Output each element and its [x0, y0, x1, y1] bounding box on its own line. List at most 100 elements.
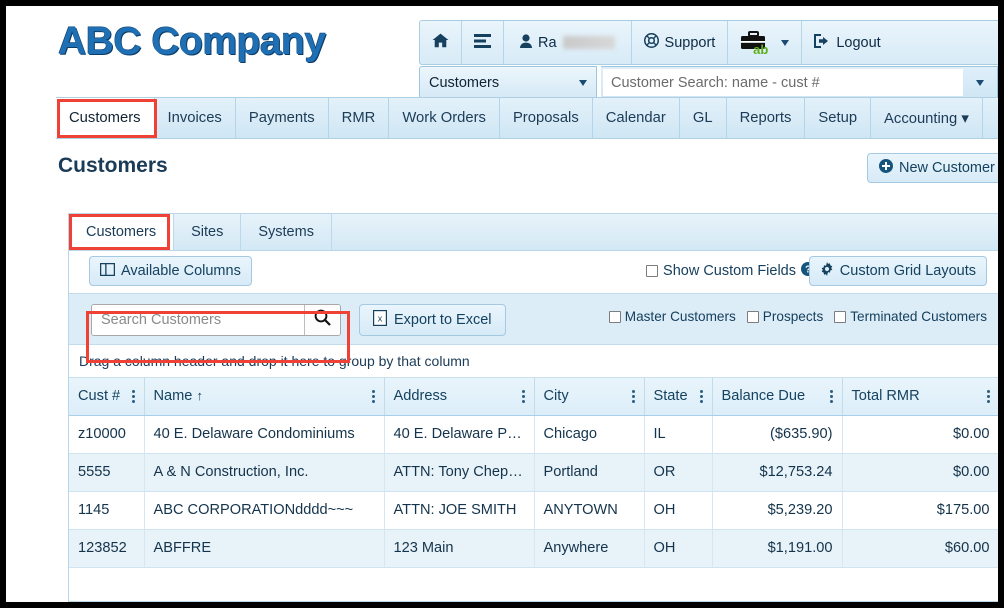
nav-tab-label: GL	[692, 110, 713, 126]
nav-tab-setup[interactable]: Setup	[805, 98, 872, 138]
column-menu-icon[interactable]	[521, 389, 525, 403]
nav-tab-customers[interactable]: Customers	[56, 98, 155, 138]
terminated-customers-checkbox[interactable]	[834, 310, 847, 323]
customers-panel: Customers Sites Systems Available Column…	[68, 213, 998, 602]
export-to-excel-button[interactable]: x Export to Excel	[359, 304, 506, 336]
logout-button[interactable]: Logout	[802, 21, 892, 64]
nav-tab-label: Work Orders	[402, 110, 486, 126]
menu-list-button[interactable]	[462, 21, 504, 64]
cell-balance-due: ($635.90)	[712, 415, 843, 454]
company-logo: ABC Company	[58, 20, 326, 63]
column-header-state[interactable]: State	[644, 378, 713, 416]
column-header-address[interactable]: Address	[384, 378, 535, 416]
show-custom-fields-label: Show Custom Fields	[663, 263, 796, 279]
filter-terminated-customers[interactable]: Terminated Customers	[834, 309, 987, 324]
subtab-sites[interactable]: Sites	[174, 214, 242, 250]
briefcase-ab-icon: ab	[740, 30, 768, 56]
group-by-dropzone[interactable]: Drag a column header and drop it here to…	[69, 345, 998, 378]
subtab-customers[interactable]: Customers	[69, 214, 175, 250]
global-search-dropdown-button[interactable]	[963, 67, 997, 98]
search-icon	[314, 309, 331, 331]
filter-master-customers[interactable]: Master Customers	[608, 309, 736, 324]
module-select-value: Customers	[429, 74, 500, 91]
available-columns-button[interactable]: Available Columns	[89, 256, 252, 286]
subtab-systems[interactable]: Systems	[241, 214, 332, 250]
prospects-checkbox[interactable]	[746, 310, 759, 323]
column-menu-icon[interactable]	[829, 389, 833, 403]
nav-tab-label: Accounting ▾	[884, 110, 969, 127]
chevron-down-icon	[781, 39, 790, 46]
cell-cust-number[interactable]: 1145	[69, 491, 145, 530]
home-button[interactable]	[420, 21, 462, 64]
nav-tab-payments[interactable]: Payments	[236, 98, 329, 138]
global-search-input[interactable]	[603, 69, 963, 96]
grid-toolbar-search: x Export to Excel Master Customers Prosp…	[69, 293, 998, 345]
filter-prospects[interactable]: Prospects	[746, 309, 824, 324]
column-menu-icon[interactable]	[631, 389, 635, 403]
table-row[interactable]: 1145 ABC CORPORATIONdddd~~~ ATTN: JOE SM…	[69, 491, 998, 530]
panel-subtabs: Customers Sites Systems	[69, 214, 998, 251]
column-header-city[interactable]: City	[534, 378, 645, 416]
search-button[interactable]	[304, 305, 340, 335]
column-menu-icon[interactable]	[131, 389, 135, 403]
cell-cust-number[interactable]: z10000	[69, 415, 145, 454]
screenshot-frame: ABC Company Ra Support ab Logout Custome…	[0, 0, 1004, 608]
column-label: Cust #	[78, 388, 121, 405]
chevron-down-icon	[976, 79, 984, 86]
nav-tab-invoices[interactable]: Invoices	[155, 98, 236, 138]
module-select[interactable]: Customers	[419, 66, 597, 99]
cell-city: Chicago	[534, 415, 645, 454]
new-customer-button[interactable]: New Customer	[867, 153, 998, 183]
cell-name: 40 E. Delaware Condominiums	[144, 415, 385, 454]
prospects-label: Prospects	[762, 309, 824, 324]
column-menu-icon[interactable]	[699, 389, 703, 403]
support-label: Support	[664, 34, 716, 51]
group-by-hint: Drag a column header and drop it here to…	[79, 353, 470, 369]
page-title: Customers	[58, 154, 168, 177]
column-menu-icon[interactable]	[986, 389, 990, 403]
main-navigation: Customers Invoices Payments RMR Work Ord…	[56, 97, 998, 139]
svg-text:x: x	[378, 314, 383, 324]
column-header-name[interactable]: Name ↑	[144, 378, 385, 416]
column-header-balance-due[interactable]: Balance Due	[712, 378, 843, 416]
list-icon	[474, 33, 491, 52]
user-name-redaction	[562, 36, 615, 49]
table-row[interactable]: 5555 A & N Construction, Inc. ATTN: Tony…	[69, 453, 998, 492]
column-header-total-rmr[interactable]: Total RMR	[842, 378, 998, 416]
show-custom-fields-toggle[interactable]: Show Custom Fields ?	[646, 262, 815, 280]
cell-name: ABC CORPORATIONdddd~~~	[144, 491, 385, 530]
cell-address: ATTN: Tony Chepele...	[384, 453, 535, 492]
nav-tab-label: Proposals	[512, 110, 579, 126]
nav-tab-rmr[interactable]: RMR	[329, 98, 390, 138]
table-row[interactable]: 123852 ABFFRE 123 Main Anywhere OH $1,19…	[69, 529, 998, 568]
nav-tab-reports[interactable]: Reports	[727, 98, 806, 138]
table-row[interactable]: z10000 40 E. Delaware Condominiums 40 E.…	[69, 415, 998, 454]
cell-state: OH	[644, 491, 713, 530]
user-icon	[520, 33, 532, 52]
cell-cust-number[interactable]: 123852	[69, 529, 145, 568]
custom-grid-layouts-button[interactable]: Custom Grid Layouts	[808, 256, 987, 286]
support-button[interactable]: Support	[632, 21, 729, 64]
nav-tab-proposals[interactable]: Proposals	[500, 98, 593, 138]
user-menu[interactable]: Ra	[504, 21, 632, 64]
new-customer-label: New Customer	[899, 160, 995, 176]
cell-balance-due: $1,191.00	[712, 529, 843, 568]
grid-header-row: Cust # Name ↑ Address City State Balance…	[69, 378, 998, 416]
column-header-cust-number[interactable]: Cust #	[69, 378, 145, 416]
master-customers-checkbox[interactable]	[608, 310, 621, 323]
column-menu-icon[interactable]	[371, 389, 375, 403]
gear-icon	[820, 262, 834, 280]
cell-total-rmr: $175.00	[842, 491, 998, 530]
chevron-down-icon	[579, 79, 587, 86]
available-columns-label: Available Columns	[121, 263, 241, 279]
show-custom-fields-checkbox[interactable]	[646, 265, 659, 277]
cell-cust-number[interactable]: 5555	[69, 453, 145, 492]
nav-tab-work-orders[interactable]: Work Orders	[389, 98, 500, 138]
lifering-icon	[643, 33, 659, 52]
global-search-bar: Customers	[419, 66, 998, 99]
search-customers-input[interactable]	[92, 305, 304, 335]
nav-tab-gl[interactable]: GL	[680, 98, 727, 138]
nav-tab-calendar[interactable]: Calendar	[593, 98, 680, 138]
nav-tab-accounting[interactable]: Accounting ▾	[871, 98, 983, 138]
briefcase-menu[interactable]: ab	[728, 21, 803, 64]
